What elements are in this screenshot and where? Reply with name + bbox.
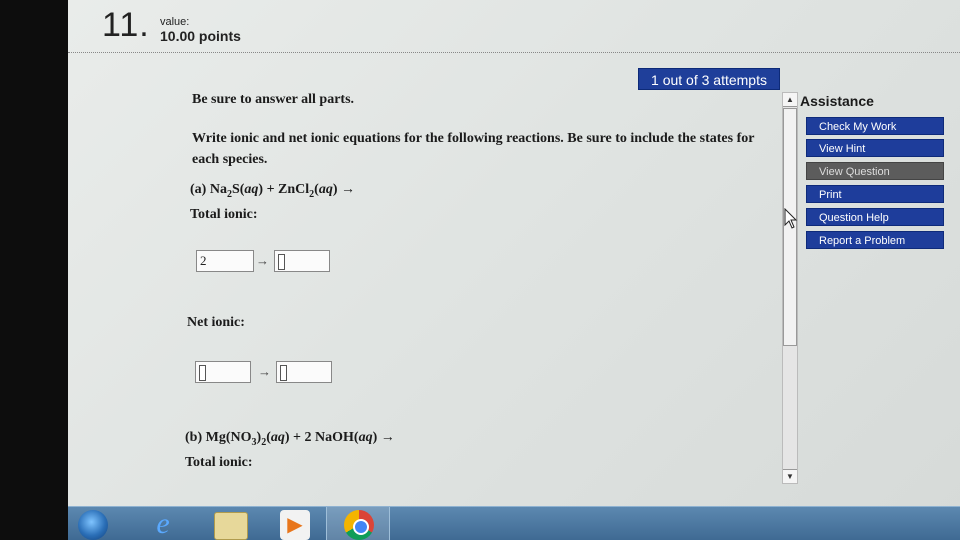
windows-start-icon[interactable]	[78, 510, 108, 540]
net-ionic-label-a: Net ionic:	[187, 315, 245, 330]
print-button[interactable]: Print	[806, 185, 944, 203]
report-a-problem-button[interactable]: Report a Problem	[806, 231, 944, 249]
question-number: 11.	[102, 6, 150, 44]
internet-explorer-icon[interactable]: e	[148, 509, 178, 540]
mouse-pointer-icon	[784, 208, 798, 229]
reaction-b: (b) Mg(NO3)2(aq) + 2 NaOH(aq) →	[185, 430, 395, 448]
assistance-title: Assistance	[800, 93, 874, 109]
net-ionic-reactant-input[interactable]	[195, 361, 251, 383]
browser-page: 11. value: 10.00 points 1 out of 3 attem…	[68, 0, 960, 540]
reaction-a-label: (a)	[190, 182, 207, 197]
question-help-button[interactable]: Question Help	[806, 208, 944, 226]
scroll-down-arrow-icon[interactable]: ▼	[783, 469, 797, 483]
file-explorer-icon[interactable]	[214, 512, 248, 540]
view-hint-button[interactable]: View Hint	[806, 139, 944, 157]
attempts-badge: 1 out of 3 attempts	[638, 68, 780, 90]
total-ionic-reactant-value: 2	[200, 253, 207, 268]
check-my-work-button[interactable]: Check My Work	[806, 117, 944, 135]
total-ionic-label-a: Total ionic:	[190, 207, 258, 222]
media-player-icon[interactable]: ▶	[280, 510, 310, 540]
scroll-up-arrow-icon[interactable]: ▲	[783, 93, 797, 107]
taskbar: e ▶	[68, 506, 960, 540]
reaction-arrow: →	[258, 364, 271, 379]
reaction-arrow: →	[256, 253, 269, 268]
question-prompt: Write ionic and net ionic equations for …	[192, 131, 755, 167]
view-question-button[interactable]: View Question	[806, 162, 944, 180]
vertical-scrollbar[interactable]: ▲ ▼	[782, 92, 798, 484]
total-ionic-product-input[interactable]	[274, 250, 330, 272]
total-ionic-reactant-input[interactable]: 2	[196, 250, 254, 272]
total-ionic-label-b: Total ionic:	[185, 455, 253, 470]
reaction-a: (a) Na2S(aq) + ZnCl2(aq) →	[190, 182, 356, 200]
value-label: value:	[160, 16, 190, 28]
text-cursor	[278, 254, 285, 271]
net-ionic-product-input[interactable]	[276, 361, 332, 383]
text-cursor	[280, 365, 287, 382]
header-divider	[68, 52, 960, 53]
chrome-icon[interactable]	[344, 510, 374, 540]
text-cursor	[199, 365, 206, 382]
instruction-text: Be sure to answer all parts.	[192, 92, 355, 107]
reaction-b-label: (b)	[185, 430, 203, 445]
points-value: 10.00 points	[160, 28, 241, 44]
